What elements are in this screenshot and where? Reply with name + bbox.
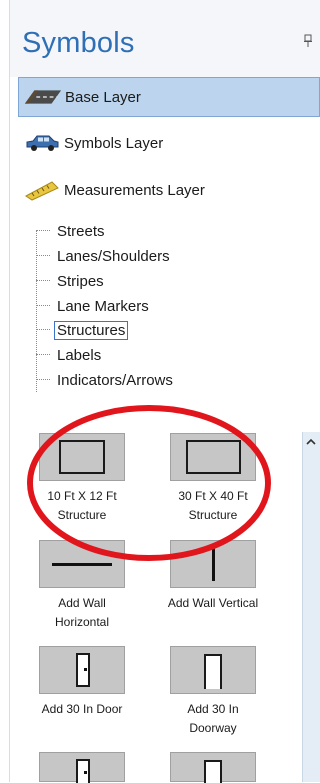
wall-vertical-icon <box>170 540 256 588</box>
symbol-doorway-30in[interactable]: Add 30 In Doorway <box>158 646 268 738</box>
category-item-indicators-arrows[interactable]: Indicators/Arrows <box>36 368 176 392</box>
category-item-lanes-shoulders[interactable]: Lanes/Shoulders <box>36 244 173 268</box>
layer-label: Symbols Layer <box>64 134 164 152</box>
category-item-stripes[interactable]: Stripes <box>36 269 107 293</box>
symbol-door-partial[interactable] <box>27 752 137 783</box>
gallery-scrollbar[interactable] <box>302 432 320 782</box>
symbol-wall-vertical[interactable]: Add Wall Vertical <box>158 540 268 613</box>
door-icon <box>39 646 125 694</box>
symbol-doorway-partial[interactable] <box>158 752 268 783</box>
panel-border <box>9 0 10 782</box>
doorway-icon <box>170 752 256 783</box>
category-label: Structures <box>54 320 129 340</box>
car-icon <box>22 130 62 156</box>
symbol-label: Add 30 In Doorway <box>187 702 239 735</box>
category-item-streets[interactable]: Streets <box>36 219 108 243</box>
symbol-label: Add 30 In Door <box>41 702 123 716</box>
layer-item-base[interactable]: Base Layer <box>18 77 320 117</box>
symbol-label: Add Wall Vertical <box>167 596 259 610</box>
door-icon <box>39 752 125 783</box>
layer-item-measurements[interactable]: Measurements Layer <box>18 170 320 210</box>
category-item-labels[interactable]: Labels <box>36 343 104 367</box>
panel-title: Symbols <box>22 27 135 59</box>
symbol-label: Add Wall Horizontal <box>54 596 110 629</box>
pin-icon[interactable] <box>303 34 313 48</box>
category-label: Stripes <box>57 272 104 290</box>
category-label: Indicators/Arrows <box>57 371 173 389</box>
category-item-structures[interactable]: Structures <box>36 318 129 342</box>
layer-item-symbols[interactable]: Symbols Layer <box>18 123 320 163</box>
category-label: Lane Markers <box>57 297 149 315</box>
measuring-tape-icon <box>22 177 62 203</box>
doorway-icon <box>170 646 256 694</box>
category-label: Labels <box>57 346 102 364</box>
symbol-door-30in[interactable]: Add 30 In Door <box>27 646 137 719</box>
asphalt-road-icon <box>23 84 63 110</box>
symbol-label: 30 Ft X 40 Ft Structure <box>178 489 248 522</box>
layer-label: Measurements Layer <box>64 181 205 199</box>
symbols-panel: Symbols Base Layer Symbols Layer Measure… <box>0 0 320 783</box>
structure-10x12-icon <box>39 433 125 481</box>
symbol-wall-horizontal[interactable]: Add Wall Horizontal <box>27 540 137 632</box>
category-label: Lanes/Shoulders <box>57 247 170 265</box>
symbol-structure-10x12[interactable]: 10 Ft X 12 Ft Structure <box>27 433 137 525</box>
structure-30x40-icon <box>170 433 256 481</box>
chevron-up-icon[interactable] <box>304 436 318 448</box>
layer-label: Base Layer <box>65 88 141 106</box>
symbol-structure-30x40[interactable]: 30 Ft X 40 Ft Structure <box>158 433 268 525</box>
symbol-label: 10 Ft X 12 Ft Structure <box>47 489 117 522</box>
wall-horizontal-icon <box>39 540 125 588</box>
category-item-lane-markers[interactable]: Lane Markers <box>36 294 152 318</box>
category-label: Streets <box>57 222 105 240</box>
